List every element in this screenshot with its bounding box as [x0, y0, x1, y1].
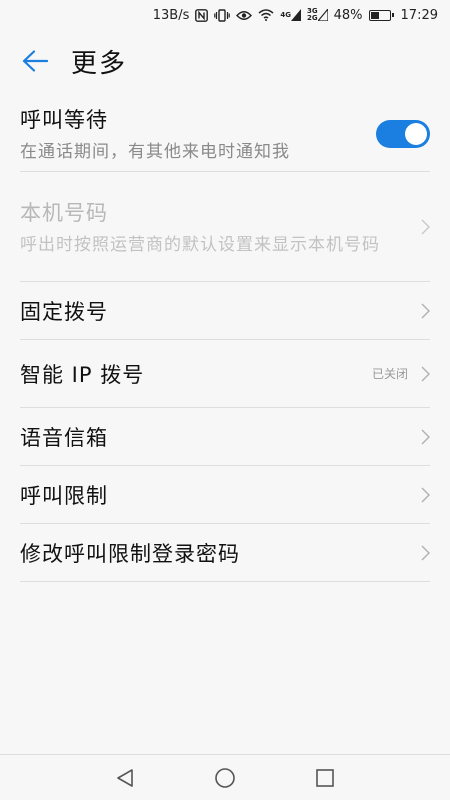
nav-home-button[interactable] [205, 758, 245, 798]
circle-home-icon [215, 767, 235, 788]
call-waiting-title: 呼叫等待 [20, 107, 108, 132]
call-waiting-toggle[interactable] [376, 119, 430, 148]
signal-4g-icon: 4G [280, 9, 301, 21]
settings-list: 呼叫等待 在通话期间，有其他来电时通知我 本机号码 呼出时按照运营商的默认设置来… [0, 96, 450, 582]
call-waiting-subtitle: 在通话期间，有其他来电时通知我 [20, 141, 290, 162]
my-number-row: 本机号码 呼出时按照运营商的默认设置来显示本机号码 [20, 172, 430, 282]
net-2g-label: 2G [307, 14, 318, 22]
voicemail-title: 语音信箱 [20, 425, 108, 450]
call-waiting-row[interactable]: 呼叫等待 在通话期间，有其他来电时通知我 [20, 96, 430, 172]
my-number-subtitle: 呼出时按照运营商的默认设置来显示本机号码 [20, 234, 380, 255]
back-button[interactable] [5, 30, 65, 92]
clock: 17:29 [400, 7, 438, 23]
navigation-bar [0, 754, 450, 800]
eye-icon [236, 10, 253, 21]
chevron-right-icon [416, 429, 430, 445]
chevron-right-icon [416, 487, 430, 503]
net-speed: 13B/s [152, 7, 190, 23]
change-barring-password-title: 修改呼叫限制登录密码 [20, 541, 240, 566]
nfc-icon [195, 8, 209, 22]
smart-ip-status: 已关闭 [371, 367, 408, 381]
header: 更多 [0, 30, 450, 92]
net-4g-label: 4G [280, 10, 291, 19]
battery-icon [368, 9, 394, 21]
chevron-right-icon [416, 219, 430, 235]
arrow-left-icon [22, 50, 48, 72]
chevron-right-icon [416, 366, 430, 382]
smart-ip-dialing-row[interactable]: 智能 IP 拨号 已关闭 [20, 340, 430, 408]
call-barring-title: 呼叫限制 [20, 483, 108, 508]
toggle-knob [405, 122, 427, 145]
signal-3g-icon: 3G 2G [307, 8, 328, 22]
chevron-right-icon [416, 303, 430, 319]
my-number-title: 本机号码 [20, 200, 108, 225]
square-recent-icon [316, 768, 334, 787]
chevron-right-icon [416, 545, 430, 561]
call-barring-row[interactable]: 呼叫限制 [20, 466, 430, 524]
wifi-icon [258, 9, 274, 21]
triangle-back-icon [117, 768, 133, 787]
vibrate-icon [214, 8, 231, 22]
voicemail-row[interactable]: 语音信箱 [20, 408, 430, 466]
status-bar: 13B/s 4G 3G 2G 48% 17:29 [0, 0, 450, 30]
nav-recent-button[interactable] [305, 758, 345, 798]
change-barring-password-row[interactable]: 修改呼叫限制登录密码 [20, 524, 430, 582]
page-title: 更多 [71, 48, 128, 79]
fixed-dialing-row[interactable]: 固定拨号 [20, 282, 430, 340]
smart-ip-dialing-title: 智能 IP 拨号 [20, 362, 145, 387]
nav-back-button[interactable] [105, 758, 145, 798]
battery-percent: 48% [333, 7, 363, 23]
fixed-dialing-title: 固定拨号 [20, 299, 108, 324]
